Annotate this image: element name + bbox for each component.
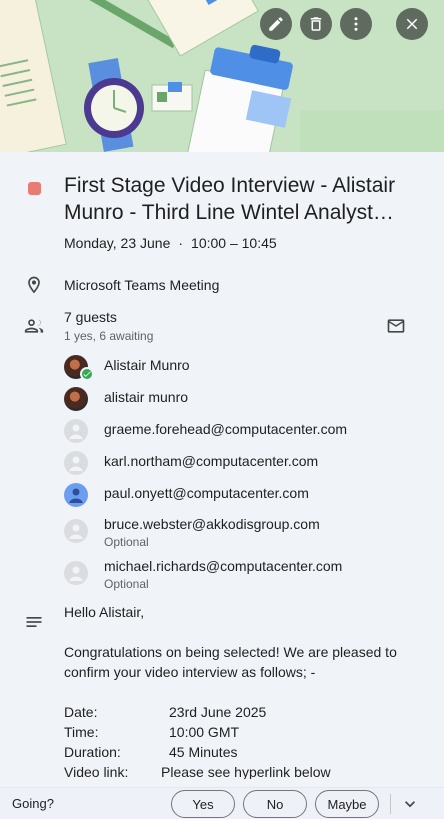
mail-icon <box>387 319 405 333</box>
footer-divider <box>390 794 391 814</box>
detail-value: 23rd June 2025 <box>169 704 267 720</box>
rsvp-options-button[interactable] <box>400 794 420 814</box>
guest-row[interactable]: karl.northam@computacenter.com <box>64 449 424 477</box>
guest-optional-label: Optional <box>104 577 149 591</box>
description-body: Congratulations on being selected! We ar… <box>64 644 397 680</box>
avatar <box>64 561 88 585</box>
detail-key: Time: <box>64 724 99 740</box>
guest-optional-label: Optional <box>104 535 149 549</box>
rsvp-yes-button[interactable]: Yes <box>171 790 235 818</box>
avatar <box>64 519 88 543</box>
person-icon <box>69 488 83 503</box>
description-greeting: Hello Alistair, <box>64 604 145 620</box>
detail-value: 10:00 GMT <box>169 724 240 740</box>
event-title: First Stage Video Interview - Alistair M… <box>64 174 396 224</box>
guest-name: graeme.forehead@computacenter.com <box>104 421 348 437</box>
rsvp-maybe-button[interactable]: Maybe <box>315 790 379 818</box>
guest-name: alistair munro <box>104 389 189 405</box>
datetime-separator: · <box>178 235 184 251</box>
edit-button[interactable] <box>260 8 292 40</box>
detail-key: Duration: <box>64 744 121 760</box>
detail-value: Please see hyperlink below <box>161 764 331 779</box>
person-icon <box>69 524 83 539</box>
rsvp-bar: Going? Yes No Maybe <box>0 787 444 819</box>
guest-name: bruce.webster@akkodisgroup.com <box>104 516 320 532</box>
detail-key: Date: <box>64 704 98 720</box>
guest-row[interactable]: alistair munro <box>64 385 424 413</box>
guest-name: michael.richards@computacenter.com <box>104 558 343 574</box>
close-button[interactable] <box>396 8 428 40</box>
guest-name: karl.northam@computacenter.com <box>104 453 319 469</box>
notes-icon <box>24 612 44 632</box>
guest-row[interactable]: graeme.forehead@computacenter.com <box>64 417 424 445</box>
event-details: First Stage Video Interview - Alistair M… <box>0 152 444 779</box>
avatar <box>64 451 88 475</box>
avatar <box>64 419 88 443</box>
detail-value: 45 Minutes <box>169 744 238 760</box>
pencil-icon <box>269 17 283 31</box>
guest-row[interactable]: michael.richards@computacenter.com Optio… <box>64 555 424 591</box>
detail-row: Time: 10:00 GMT <box>64 722 424 742</box>
event-date: Monday, 23 June <box>64 235 171 251</box>
chevron-down-icon <box>405 801 415 808</box>
event-description: Hello Alistair, Congratulations on being… <box>64 602 424 779</box>
event-datetime: Monday, 23 June · 10:00 – 10:45 <box>64 235 277 251</box>
location-pin-icon <box>24 275 44 295</box>
header-illustration <box>0 0 444 152</box>
event-color-swatch <box>28 182 41 195</box>
email-guests-button[interactable] <box>386 316 406 336</box>
guests-summary: 1 yes, 6 awaiting <box>64 329 154 343</box>
guest-row[interactable]: bruce.webster@akkodisgroup.com Optional <box>64 513 424 549</box>
guest-name: Alistair Munro <box>104 357 190 373</box>
rsvp-no-button[interactable]: No <box>243 790 307 818</box>
guests-count: 7 guests <box>64 309 117 325</box>
accepted-check-icon <box>80 367 94 381</box>
more-vertical-icon <box>354 17 358 31</box>
delete-button[interactable] <box>300 8 332 40</box>
more-options-button[interactable] <box>340 8 372 40</box>
detail-row: Date: 23rd June 2025 <box>64 702 424 722</box>
people-icon <box>24 316 44 336</box>
detail-row: Video link: Please see hyperlink below <box>64 762 424 779</box>
event-location[interactable]: Microsoft Teams Meeting <box>64 277 219 293</box>
avatar <box>64 483 88 507</box>
event-time: 10:00 – 10:45 <box>191 235 277 251</box>
trash-icon <box>310 17 322 31</box>
person-icon <box>69 456 83 471</box>
close-icon <box>406 18 418 30</box>
avatar <box>64 387 88 411</box>
person-icon <box>69 424 83 439</box>
person-icon <box>69 566 83 581</box>
guest-name: paul.onyett@computacenter.com <box>104 485 309 501</box>
guest-row[interactable]: paul.onyett@computacenter.com <box>64 481 424 509</box>
guest-row[interactable]: Alistair Munro <box>64 353 424 381</box>
detail-row: Duration: 45 Minutes <box>64 742 424 762</box>
detail-key: Video link: <box>64 764 129 779</box>
going-label: Going? <box>12 796 54 811</box>
